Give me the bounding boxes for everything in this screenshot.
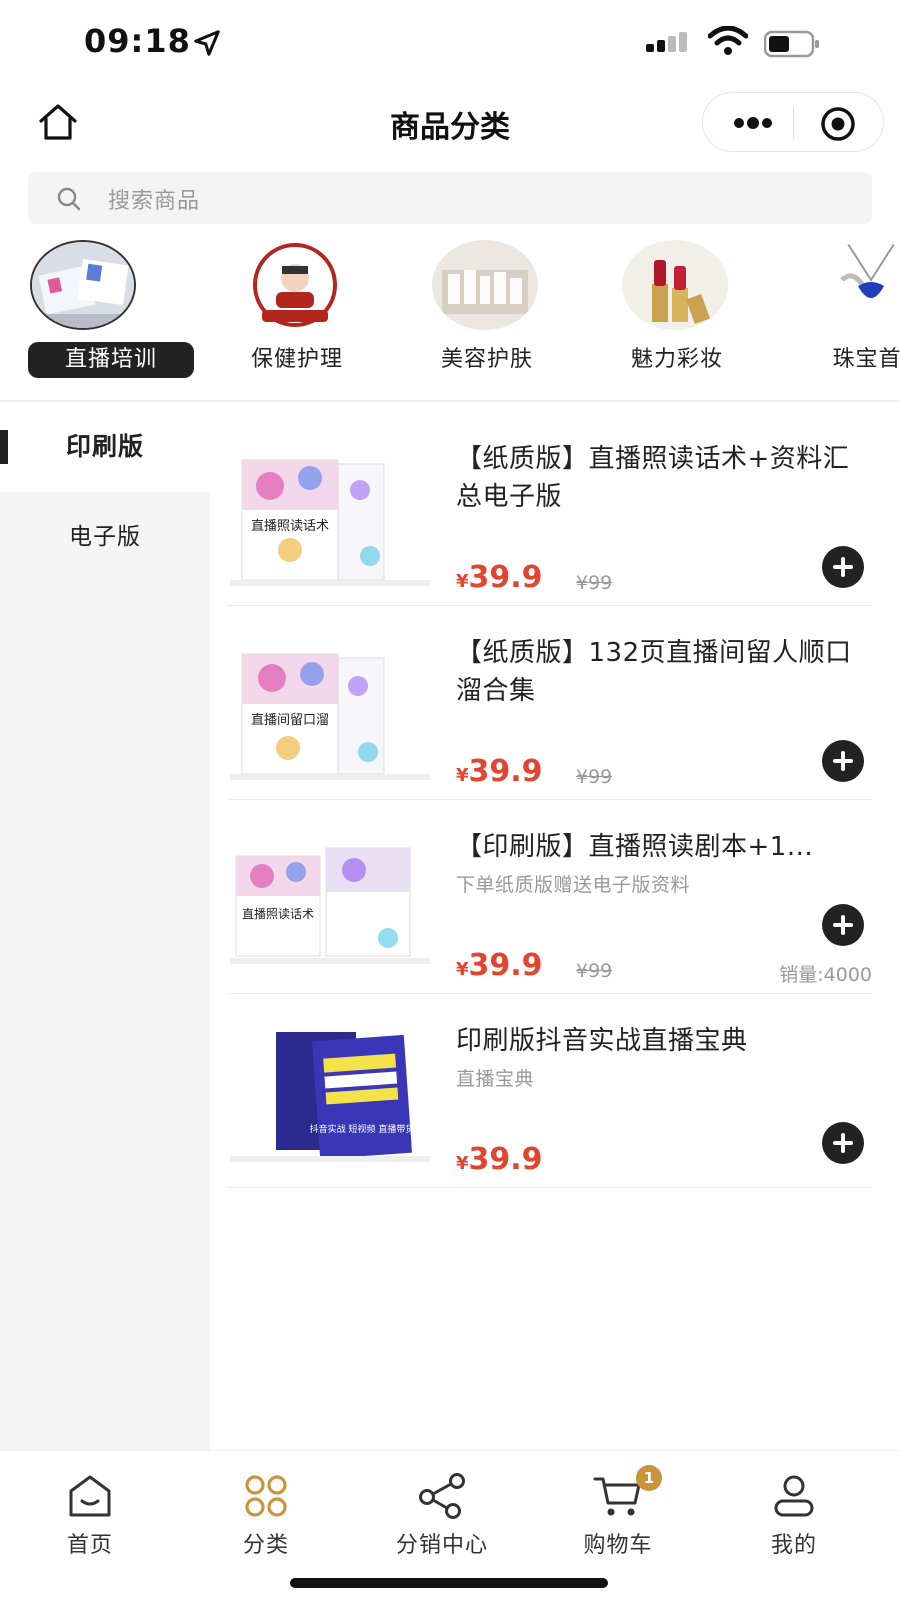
search-placeholder: 搜索商品 (108, 189, 201, 214)
product-title[interactable]: 【纸质版】直播照读话术+资料汇总电子版 (456, 440, 866, 516)
add-to-cart-button[interactable] (822, 740, 864, 782)
product-title[interactable]: 【印刷版】直播照读剧本+1... (456, 828, 866, 866)
more-icon[interactable] (731, 111, 775, 135)
product-cover-text: 直播照读话术 (242, 907, 314, 921)
cart-badge: 1 (636, 1465, 662, 1491)
product-card[interactable]: 直播间留口溜 【纸质版】132页直播间留人顺口溜合集 ¥39.9 ¥99 (228, 606, 872, 800)
category-thumbnail (242, 240, 348, 330)
category-jewelry[interactable]: 珠宝首 (782, 236, 900, 396)
product-original-price: ¥99 (576, 766, 613, 788)
user-icon (774, 1475, 814, 1517)
product-price: ¥39.9 (456, 754, 543, 789)
home-icon (69, 1475, 111, 1517)
sidebar-item-print[interactable]: 印刷版 (0, 402, 210, 492)
battery-icon (764, 30, 819, 58)
category-strip: 直播培训 保健护理 美容护肤 魅力彩妆 珠宝首 (0, 236, 900, 396)
category-label: 美容护肤 (440, 347, 533, 372)
add-to-cart-button[interactable] (822, 1122, 864, 1164)
category-health-care[interactable]: 保健护理 (212, 236, 382, 396)
product-original-price: ¥99 (576, 960, 613, 982)
sidebar: 印刷版 电子版 (0, 402, 210, 1450)
home-indicator (290, 1578, 608, 1588)
product-sales: 销量:4000 (779, 964, 872, 986)
product-image: 抖音实战 短视频 直播带货 (230, 1032, 430, 1162)
tab-distribution[interactable]: 分销中心 (352, 1463, 532, 1573)
capsule-divider (793, 107, 794, 139)
category-thumbnail (30, 240, 136, 330)
close-target-icon[interactable] (819, 105, 857, 143)
product-image: 直播照读话术 (230, 847, 430, 964)
product-card[interactable]: 直播照读话术 【纸质版】直播照读话术+资料汇总电子版 ¥39.9 ¥99 (228, 412, 872, 606)
product-title[interactable]: 印刷版抖音实战直播宝典 (456, 1022, 866, 1060)
category-live-training[interactable]: 直播培训 (0, 236, 194, 396)
search-input[interactable]: 搜索商品 (28, 172, 872, 224)
location-arrow-icon (194, 30, 220, 56)
product-cover-text: 直播间留口溜 (251, 713, 329, 728)
product-subtitle: 下单纸质版赠送电子版资料 (456, 874, 691, 896)
tab-mine[interactable]: 我的 (704, 1463, 884, 1573)
sidebar-item-digital[interactable]: 电子版 (0, 492, 210, 582)
category-label: 保健护理 (250, 347, 343, 372)
product-price: ¥39.9 (456, 948, 543, 983)
category-skincare[interactable]: 美容护肤 (402, 236, 572, 396)
category-makeup[interactable]: 魅力彩妆 (592, 236, 762, 396)
add-to-cart-button[interactable] (822, 904, 864, 946)
tab-label: 分类 (242, 1533, 289, 1558)
share-icon (419, 1473, 465, 1519)
product-original-price: ¥99 (576, 572, 613, 594)
category-label: 珠宝首 (832, 347, 900, 372)
add-to-cart-button[interactable] (822, 546, 864, 588)
category-thumbnail (818, 240, 900, 330)
wifi-icon (708, 26, 748, 55)
product-image: 直播间留口溜 (230, 653, 430, 780)
cellular-signal-icon (646, 32, 687, 52)
tab-cart[interactable]: 1 购物车 (528, 1463, 708, 1573)
tab-label: 我的 (770, 1533, 817, 1558)
tab-label: 购物车 (583, 1533, 653, 1558)
category-thumbnail (432, 240, 538, 330)
status-time: 09:18 (84, 22, 191, 60)
product-title[interactable]: 【纸质版】132页直播间留人顺口溜合集 (456, 634, 866, 710)
product-image: 直播照读话术 (230, 459, 430, 586)
sidebar-item-label: 电子版 (69, 524, 141, 550)
category-thumbnail (622, 240, 728, 330)
tab-home[interactable]: 首页 (0, 1463, 180, 1573)
product-cover-text: 直播照读话术 (251, 519, 329, 534)
search-icon (57, 187, 81, 211)
product-price: ¥39.9 (456, 1142, 543, 1177)
mini-program-capsule (702, 92, 884, 152)
product-subtitle: 直播宝典 (456, 1068, 535, 1090)
status-bar: 09:18 (0, 0, 900, 86)
tab-label: 首页 (66, 1533, 113, 1558)
sidebar-item-label: 印刷版 (65, 432, 144, 461)
tab-category[interactable]: 分类 (176, 1463, 356, 1573)
category-label: 直播培训 (28, 342, 194, 378)
category-icon (245, 1475, 287, 1517)
product-card[interactable]: 直播照读话术 【印刷版】直播照读剧本+1... 下单纸质版赠送电子版资料 ¥39… (228, 800, 872, 994)
nav-bar: 商品分类 (0, 86, 900, 158)
product-price: ¥39.9 (456, 560, 543, 595)
category-label: 魅力彩妆 (630, 347, 723, 372)
tab-label: 分销中心 (395, 1533, 488, 1558)
product-cover-text: 抖音实战 短视频 直播带货 (310, 1123, 415, 1135)
product-card[interactable]: 抖音实战 短视频 直播带货 印刷版抖音实战直播宝典 直播宝典 ¥39.9 (228, 994, 872, 1188)
